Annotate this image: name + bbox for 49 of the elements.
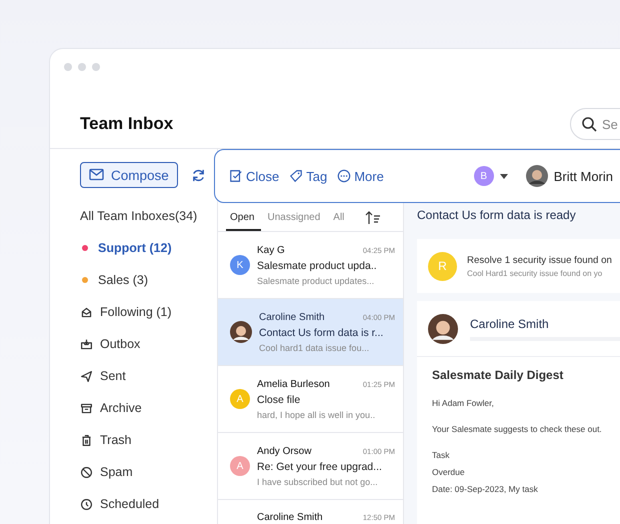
avatar: A (230, 456, 250, 476)
email-text: Hi Adam Fowler, (432, 398, 495, 408)
sender-name: Amelia Burleson (257, 378, 330, 390)
sidebar-item[interactable]: All Team Inboxes(34) (80, 200, 217, 232)
notice-title: Resolve 1 security issue found on (467, 254, 612, 266)
conversation-title: Contact Us form data is ready (417, 208, 577, 222)
sender-name: Caroline Smith (470, 316, 550, 330)
message-subject: Contact Us form data is r... (259, 326, 384, 338)
toolbar-button[interactable]: More (337, 168, 388, 184)
user-name: Britt Morin (554, 168, 613, 184)
email-heading: Salesmate Daily Digest (432, 368, 564, 382)
sidebar-item[interactable]: Archive (80, 392, 217, 424)
avatar: A (230, 389, 250, 409)
toolbar-button[interactable]: Close (229, 168, 284, 184)
sidebar-item[interactable]: Outbox (80, 328, 217, 360)
sidebar-item[interactable]: Trash (80, 424, 217, 456)
message-preview: Cool hard1 data issue fou... (259, 342, 370, 352)
page-title: Team Inbox (80, 114, 174, 134)
search-field[interactable]: Se (570, 108, 620, 140)
message-preview: I have subscribed but not go... (257, 476, 379, 486)
email-text: Overdue (432, 467, 466, 479)
filter-tab[interactable]: Unassigned (263, 205, 328, 231)
sidebar-item[interactable]: Scheduled (80, 488, 217, 520)
message-subject: Salesmate product upda.. (257, 260, 378, 272)
message-subject: Close file (257, 394, 302, 406)
sidebar-item[interactable]: Spam (80, 456, 217, 488)
sender-name: Kay G (257, 244, 285, 256)
email-text: Your Salesmate suggests to check these out. (432, 424, 603, 434)
message-subject: Re: Get your free upgrad... (257, 460, 383, 472)
sidebar-item[interactable]: Sent (80, 360, 217, 392)
sidebar-item[interactable]: Sales (3) (80, 264, 217, 296)
message-preview: Salesmate product updates... (257, 276, 376, 286)
sender-name: Caroline Smith (257, 512, 323, 523)
filter-tab[interactable]: Open (226, 205, 262, 231)
notice-card[interactable]: R Resolve 1 security issue found on Cool Hard1 security issue found on yo (417, 239, 620, 293)
avatar: R (428, 252, 457, 280)
email-text: Date: 09-Sep-2023, My task (432, 484, 539, 496)
avatar: K (230, 255, 250, 275)
filter-tab[interactable]: All (329, 205, 352, 231)
sidebar-item[interactable]: Following (1) (80, 296, 217, 328)
compose-button[interactable]: Compose (80, 162, 178, 188)
sender-name: Andy Orsow (257, 446, 312, 456)
sender-name: Caroline Smith (259, 312, 325, 322)
message-preview: hard, I hope all is well in you.. (257, 410, 376, 420)
toolbar-button[interactable]: Tag (289, 168, 332, 184)
notice-preview: Cool Hard1 security issue found on yo (467, 268, 604, 278)
search-input[interactable]: Se (602, 116, 620, 132)
sidebar-item[interactable]: Support (12) (80, 232, 217, 264)
email-text: Task (432, 450, 450, 462)
